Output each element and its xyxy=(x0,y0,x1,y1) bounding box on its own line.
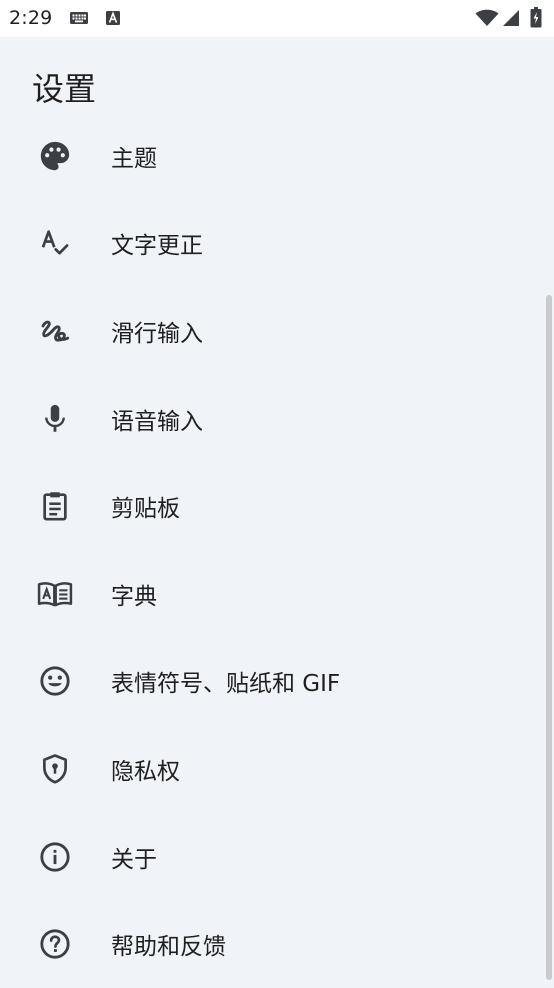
emoji-icon xyxy=(37,663,73,699)
menu-item-label: 剪贴板 xyxy=(111,496,180,523)
scrollbar[interactable] xyxy=(546,295,552,980)
a-notification-icon xyxy=(105,10,121,30)
menu-item-emoji[interactable]: 表情符号、贴纸和 GIF xyxy=(0,638,554,726)
battery-icon xyxy=(530,7,542,32)
menu-item-help[interactable]: 帮助和反馈 xyxy=(0,900,554,988)
wifi-icon xyxy=(475,9,499,31)
info-icon xyxy=(37,839,73,875)
menu-item-voice-input[interactable]: 语音输入 xyxy=(0,375,554,463)
menu-item-label: 关于 xyxy=(111,846,157,873)
keyboard-icon xyxy=(69,10,89,30)
status-bar: 2:29 xyxy=(0,0,554,37)
menu-item-label: 隐私权 xyxy=(111,758,180,785)
menu-item-privacy[interactable]: 隐私权 xyxy=(0,725,554,813)
menu-item-label: 字典 xyxy=(111,583,157,610)
menu-item-dictionary[interactable]: 字典 xyxy=(0,550,554,638)
page-title: 设置 xyxy=(32,70,97,108)
clipboard-icon xyxy=(37,488,73,524)
menu-item-label: 表情符号、贴纸和 GIF xyxy=(111,671,341,698)
menu-item-clipboard[interactable]: 剪贴板 xyxy=(0,462,554,550)
help-icon xyxy=(37,926,73,962)
menu-item-text-correction[interactable]: 文字更正 xyxy=(0,200,554,288)
menu-item-label: 文字更正 xyxy=(111,233,203,260)
signal-icon xyxy=(502,9,520,31)
menu-item-label: 语音输入 xyxy=(111,408,203,435)
menu-item-label: 滑行输入 xyxy=(111,320,203,347)
menu-item-label: 帮助和反馈 xyxy=(111,934,226,961)
dictionary-icon xyxy=(37,576,73,612)
menu-item-theme[interactable]: 主题 xyxy=(0,112,554,200)
status-time: 2:29 xyxy=(9,7,53,29)
spellcheck-icon xyxy=(37,225,73,261)
gesture-icon xyxy=(37,313,73,349)
menu-item-about[interactable]: 关于 xyxy=(0,813,554,901)
menu-item-glide-typing[interactable]: 滑行输入 xyxy=(0,287,554,375)
menu-item-label: 主题 xyxy=(111,145,157,172)
privacy-shield-icon xyxy=(37,751,73,787)
mic-icon xyxy=(37,401,73,437)
palette-icon xyxy=(37,138,73,174)
settings-menu: 主题 文字更正 滑行输入 语音输入 剪贴板 字典 表情符号、贴纸和 GIF 隐私… xyxy=(0,112,554,988)
